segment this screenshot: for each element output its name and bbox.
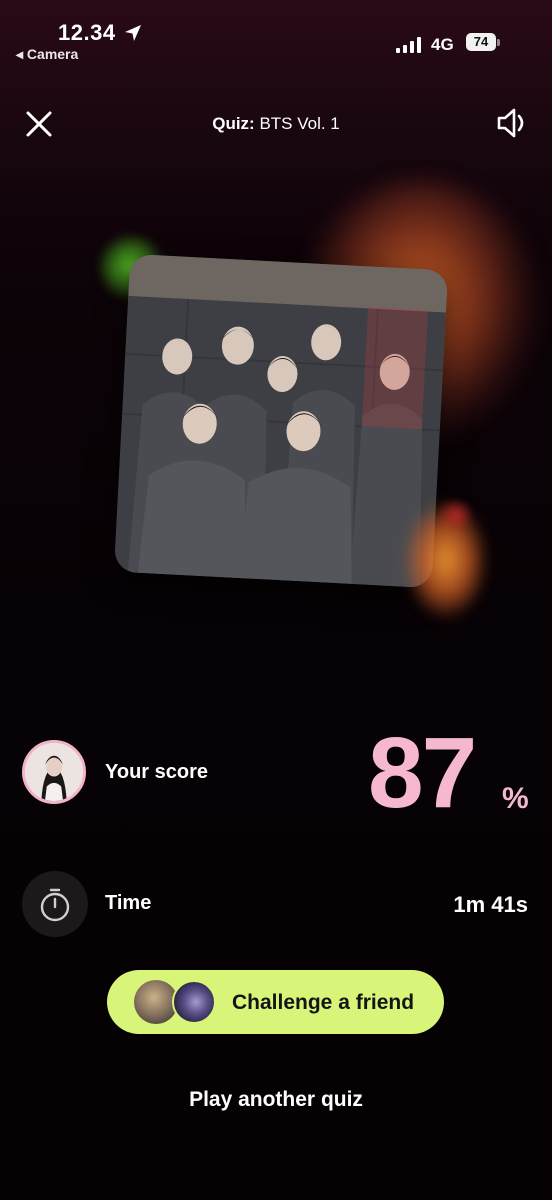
stopwatch-icon (40, 888, 70, 922)
score-value: 87 (368, 717, 477, 829)
timer-badge (22, 871, 88, 937)
friend-avatar-2 (172, 980, 216, 1024)
location-arrow-icon (125, 25, 141, 41)
title-prefix: Quiz: (212, 114, 255, 133)
network-type: 4G (431, 35, 454, 54)
score-unit: % (502, 782, 529, 815)
battery-level: 74 (466, 33, 496, 51)
battery-icon: 74 (466, 33, 500, 53)
quiz-cover-image (113, 253, 449, 589)
time-label: Time (105, 892, 152, 914)
time-value: 1m 41s (453, 892, 528, 917)
page-title: Quiz: BTS Vol. 1 (0, 114, 552, 134)
title-quiz-name: BTS Vol. 1 (254, 114, 340, 133)
decorative-blob-red (436, 500, 476, 530)
group-photo (113, 253, 449, 589)
score-label: Your score (105, 761, 208, 783)
challenge-friend-label[interactable]: Challenge a friend (232, 991, 414, 1015)
avatar (22, 740, 86, 804)
play-another-quiz-link[interactable]: Play another quiz (0, 1088, 552, 1112)
signal-icon (396, 37, 421, 53)
speaker-icon[interactable] (494, 105, 530, 141)
status-time: 12.34 (58, 20, 116, 45)
back-to-camera-link[interactable]: ◂ Camera (16, 46, 78, 63)
